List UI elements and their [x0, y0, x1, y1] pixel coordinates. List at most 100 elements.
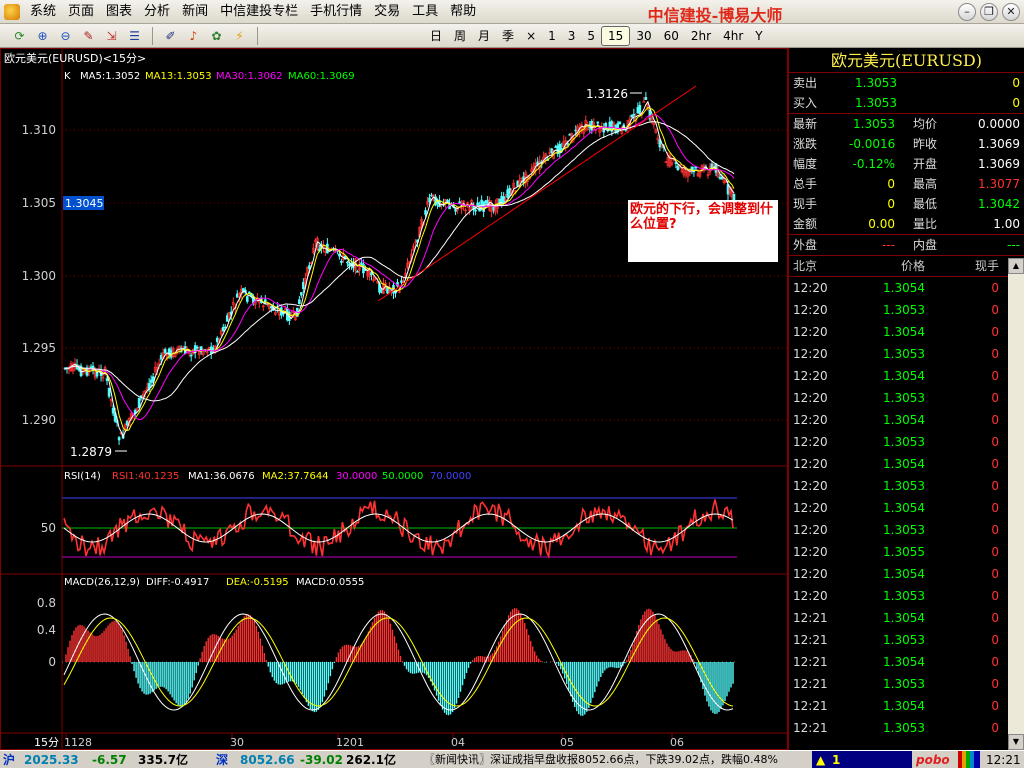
menu-chart[interactable]: 图表	[100, 0, 138, 24]
period-day[interactable]: 日	[424, 26, 448, 46]
candlestick-chart[interactable]: 1.310 1.305 1.300 1.295 1.290 1.3045 1.3126 1.2…	[0, 48, 788, 750]
candle-body	[632, 113, 636, 116]
candle-body	[644, 97, 648, 100]
price-tick-label: 1.310	[22, 123, 56, 137]
macd-tick-label: 0	[48, 655, 56, 669]
candle-body	[638, 105, 642, 115]
period-label: 15分	[34, 736, 59, 749]
tick-row: 12:21 1.3053 0	[789, 673, 1024, 695]
menu-analysis[interactable]: 分析	[138, 0, 176, 24]
lightning-icon[interactable]: ⚡	[230, 27, 249, 46]
stat-label: 金额	[793, 217, 818, 231]
high-label: 1.3126	[586, 87, 628, 101]
tick-row: 12:21 1.3054 0	[789, 607, 1024, 629]
close-icon[interactable]: ✕	[1002, 3, 1020, 21]
time-tick-label: 04	[451, 736, 465, 749]
period-quarter[interactable]: 季	[496, 26, 520, 46]
period-3min[interactable]: 3	[562, 26, 582, 46]
bid-ask-block: 卖出 1.3053 0 买入 1.3053 0	[789, 73, 1024, 114]
tick-time: 12:21	[793, 677, 828, 691]
tick-time: 12:20	[793, 435, 828, 449]
period-30min[interactable]: 30	[630, 26, 657, 46]
rsi-30-legend: 30.0000	[336, 471, 377, 482]
scroll-up-icon[interactable]: ▲	[1008, 258, 1024, 274]
tick-time: 12:20	[793, 347, 828, 361]
menu-mobile-quotes[interactable]: 手机行情	[304, 0, 368, 24]
low-label: 1.2879	[70, 445, 112, 459]
stats-row: 幅度 -0.12% 开盘 1.3069	[789, 154, 1024, 174]
clock: 12:21	[986, 753, 1021, 767]
candle-body	[308, 265, 311, 269]
sz-label: 深	[216, 753, 229, 767]
settings-icon[interactable]: ✿	[207, 27, 226, 46]
ask-price: 1.3053	[855, 76, 897, 90]
rsi-70-legend: 70.0000	[430, 471, 471, 482]
ask-row: 卖出 1.3053 0	[789, 73, 1024, 93]
alert-badge[interactable]: ▲ 1	[812, 751, 912, 768]
candle-body	[149, 379, 153, 383]
menu-tools[interactable]: 工具	[406, 0, 444, 24]
menu-column[interactable]: 中信建投专栏	[214, 0, 304, 24]
ma30-line	[64, 114, 735, 421]
edit-icon[interactable]: ✐	[161, 27, 180, 46]
candle-body	[225, 315, 229, 322]
stats-row: 涨跌 -0.0016 昨收 1.3069	[789, 134, 1024, 154]
stats-row: 金额 0.00 量比 1.00	[789, 214, 1024, 234]
annotation-note[interactable]: 欧元的下行，会调整到什么位置?	[628, 200, 778, 262]
stat-label: 最高	[913, 177, 938, 191]
rsi-ma1-legend: MA1:36.0676	[188, 471, 255, 482]
tick-volume: 0	[991, 347, 999, 361]
period-2hr[interactable]: 2hr	[685, 26, 717, 46]
status-bar: 沪 2025.33 -6.57 335.7亿 深 8052.66 -39.02 …	[0, 750, 1024, 768]
alert-icon[interactable]: ♪	[184, 27, 203, 46]
candle-body	[484, 200, 487, 203]
candle-body	[247, 291, 251, 294]
zoom-out-icon[interactable]: ⊖	[56, 27, 75, 46]
sh-label: 沪	[3, 753, 16, 767]
zoom-in-icon[interactable]: ⊕	[33, 27, 52, 46]
app-logo-icon[interactable]	[4, 4, 20, 20]
period-1min[interactable]: 1	[542, 26, 562, 46]
stat-value: 0.00	[868, 217, 895, 231]
tick-time: 12:20	[793, 369, 828, 383]
ticks-scrollbar[interactable]: ▲ ▼	[1008, 258, 1024, 750]
tick-price: 1.3054	[883, 369, 925, 383]
menu-system[interactable]: 系统	[24, 0, 62, 24]
minimize-icon[interactable]: –	[958, 3, 976, 21]
candle-body	[117, 437, 121, 441]
tick-price: 1.3053	[883, 347, 925, 361]
sh-amount: 335.7亿	[138, 753, 188, 767]
refresh-icon[interactable]: ⟳	[10, 27, 29, 46]
scroll-down-icon[interactable]: ▼	[1008, 734, 1024, 750]
tick-volume: 0	[991, 281, 999, 295]
tick-volume: 0	[991, 457, 999, 471]
period-selector: 日 周 月 季 × 1 3 5 15 30 60 2hr 4hr Y	[424, 24, 769, 48]
stat-value: 1.3053	[853, 117, 895, 131]
outer-inner-block: 外盘 --- 内盘 ---	[789, 235, 1024, 256]
draw-icon[interactable]: ✎	[79, 27, 98, 46]
candle-body	[125, 420, 129, 426]
news-ticker[interactable]: 〖新闻快讯〗深证成指早盘收报8052.66点，下跌39.02点，跌幅0.48%	[424, 751, 808, 768]
list-icon[interactable]: ☰	[125, 27, 144, 46]
restore-icon[interactable]: ❐	[980, 3, 998, 21]
tick-price: 1.3053	[883, 523, 925, 537]
period-15min[interactable]: 15	[601, 26, 631, 46]
period-week[interactable]: 周	[448, 26, 472, 46]
menu-page[interactable]: 页面	[62, 0, 100, 24]
period-5min[interactable]: 5	[581, 26, 601, 46]
export-icon[interactable]: ⇲	[102, 27, 121, 46]
period-4hr[interactable]: 4hr	[717, 26, 749, 46]
candle-body	[574, 129, 578, 132]
candle-body	[302, 282, 305, 290]
period-60min[interactable]: 60	[658, 26, 685, 46]
menu-trade[interactable]: 交易	[368, 0, 406, 24]
chart-area[interactable]: 1.310 1.305 1.300 1.295 1.290 1.3045 1.3126 1.2…	[0, 48, 788, 750]
menu-help[interactable]: 帮助	[444, 0, 482, 24]
period-close-icon[interactable]: ×	[520, 26, 542, 46]
period-year[interactable]: Y	[749, 26, 768, 46]
bid-volume: 0	[1012, 96, 1020, 110]
candle-body	[630, 114, 634, 118]
rsi1-legend: RSI1:40.1235	[112, 471, 179, 482]
period-month[interactable]: 月	[472, 26, 496, 46]
menu-news[interactable]: 新闻	[176, 0, 214, 24]
